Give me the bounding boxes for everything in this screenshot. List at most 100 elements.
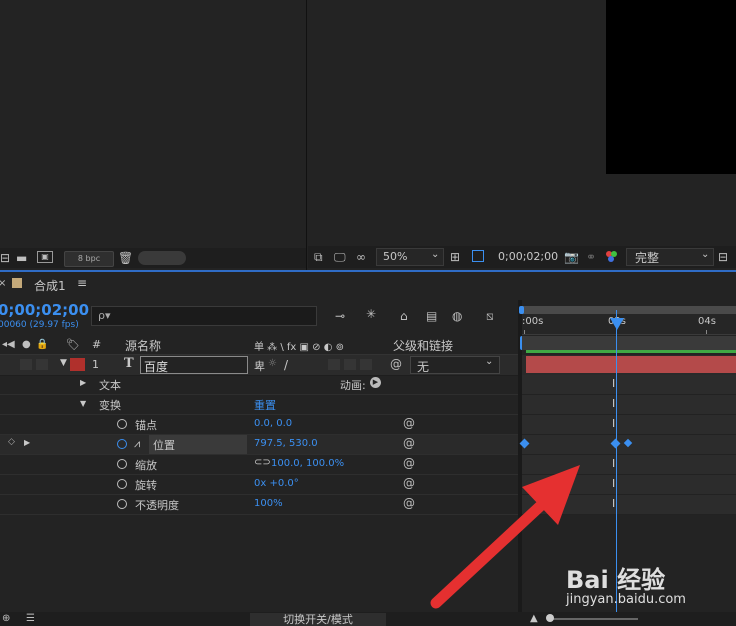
scale-value[interactable]: 100.0, 100.0% (271, 458, 344, 469)
position-value[interactable]: 797.5, 530.0 (254, 438, 318, 449)
anchor-label: 锚点 (135, 419, 157, 432)
timeline-timecode[interactable]: 0;00;02;00 (0, 301, 89, 319)
zoom-dropdown[interactable]: 50% ⌄ (376, 248, 444, 266)
position-row[interactable]: ◇ ▶ ⩘ 位置 797.5, 530.0 @ (0, 435, 518, 455)
stack-icon[interactable]: ☰ (26, 612, 35, 626)
stopwatch-active-icon[interactable] (117, 439, 127, 449)
toggle-layout-icon[interactable]: ⊟ (718, 250, 728, 264)
work-area-bar[interactable] (522, 306, 736, 314)
graph-icon[interactable]: ⩘ (134, 437, 140, 451)
shy-layers-icon[interactable]: ⌂ (400, 309, 408, 323)
rotation-value[interactable]: 0x +0.0° (254, 478, 299, 489)
toggle-switches-modes[interactable]: 切换开关/模式 (250, 613, 386, 626)
stopwatch-icon[interactable] (117, 499, 127, 509)
close-icon[interactable]: × (0, 277, 6, 291)
tab-comp-label[interactable]: 合成1 (34, 277, 66, 294)
chevron-down-icon: ⌄ (431, 249, 440, 260)
vr-mask-icon[interactable]: ∞ (356, 250, 366, 264)
watermark: Bai 经验 jingyan.baidu.com (560, 560, 736, 610)
pick-whip-icon[interactable]: @ (403, 496, 415, 510)
audio-icon[interactable]: ◂◀ (2, 338, 15, 352)
parent-link-column[interactable]: 父级和链接 (393, 337, 453, 354)
switch-box[interactable] (360, 359, 372, 370)
pick-whip-icon[interactable]: @ (403, 436, 415, 450)
hash-column: # (92, 338, 102, 351)
comp-flowchart-icon[interactable]: ⊸ (335, 309, 345, 323)
parent-value: 无 (417, 360, 430, 374)
anchor-point-row[interactable]: 锚点 0.0, 0.0 @ (0, 415, 518, 435)
zoom-slider[interactable] (548, 618, 638, 620)
anchor-value[interactable]: 0.0, 0.0 (254, 418, 292, 429)
next-keyframe-icon[interactable]: ▶ (24, 438, 30, 447)
shy-switch-icon[interactable]: 卑 (254, 358, 265, 374)
always-preview-icon[interactable]: ⧉ (314, 250, 323, 264)
pick-whip-icon[interactable]: @ (403, 416, 415, 430)
show-snapshot-icon[interactable]: ⚭ (586, 250, 596, 264)
playhead-handle[interactable] (610, 318, 624, 330)
time-ruler[interactable]: :00s 02s 04s (522, 314, 736, 335)
new-folder-icon[interactable]: ▬ (16, 251, 27, 265)
monitor-icon[interactable]: 🖵 (334, 250, 346, 264)
transparency-grid-icon[interactable] (472, 250, 484, 262)
lock-icon[interactable]: 🔒 (36, 338, 48, 352)
expand-triangle-icon[interactable]: ▶ (80, 378, 86, 387)
animate-play-icon[interactable]: ▶ (370, 377, 381, 388)
project-panel (0, 0, 306, 270)
reset-link[interactable]: 重置 (254, 397, 276, 413)
scroll-handle[interactable] (138, 251, 186, 265)
interpret-footage-icon[interactable]: ⊟ (0, 251, 10, 265)
stopwatch-icon[interactable] (117, 479, 127, 489)
transform-group-row[interactable]: ▼ 变换 重置 (0, 395, 518, 415)
expand-triangle-icon[interactable]: ▼ (80, 399, 86, 408)
hamburger-icon[interactable]: ≡ (77, 276, 87, 290)
visibility-toggle[interactable] (20, 359, 32, 370)
bpc-button[interactable]: 8 bpc (64, 251, 114, 267)
label-tag-icon[interactable]: 🏷 (66, 338, 80, 352)
frame-blending-icon[interactable]: ▤ (426, 309, 437, 323)
opacity-value[interactable]: 100% (254, 498, 283, 509)
chevron-down-icon: ⌄ (485, 356, 494, 367)
layer-search-input[interactable]: ρ▾ (91, 306, 317, 326)
link-icon[interactable]: ⊂⊃ (254, 457, 271, 468)
timeline-tab[interactable]: × 合成1 ≡ (0, 274, 100, 294)
motion-blur-icon[interactable]: ◍ (452, 309, 462, 323)
solo-toggle[interactable] (36, 359, 48, 370)
position-label: 位置 (153, 439, 175, 452)
parent-dropdown[interactable]: 无 ⌄ (410, 356, 500, 374)
switch-box[interactable] (328, 359, 340, 370)
region-of-interest-icon[interactable]: ⊞ (450, 250, 460, 264)
new-composition-icon[interactable]: ▣ (37, 251, 53, 263)
zoom-out-icon[interactable]: ▲ (530, 613, 538, 624)
viewer-timecode[interactable]: 0;00;02;00 (498, 250, 558, 263)
stopwatch-icon[interactable] (117, 419, 127, 429)
resolution-dropdown[interactable]: 完整 ⌄ (626, 248, 714, 266)
source-name-column[interactable]: 源名称 (125, 337, 161, 354)
graph-editor-icon[interactable]: ⧅ (486, 309, 494, 323)
pick-whip-icon[interactable]: @ (403, 456, 415, 470)
snapshot-camera-icon[interactable]: 📷 (564, 250, 579, 264)
pick-whip-icon[interactable]: @ (403, 476, 415, 490)
pick-whip-icon[interactable]: @ (390, 357, 402, 371)
hold-marker: I (612, 457, 616, 470)
text-group-row[interactable]: ▶ 文本 动画: ▶ (0, 375, 518, 395)
expand-triangle-icon[interactable]: ▼ (60, 358, 67, 368)
zoom-slider-handle[interactable] (546, 614, 554, 622)
draft-3d-icon[interactable]: ✳ (366, 307, 376, 321)
switch-box[interactable] (344, 359, 356, 370)
keyframe-nav-diamond-icon[interactable]: ◇ (8, 437, 15, 447)
layer-name-field[interactable]: 百度 (140, 356, 248, 374)
rotation-label: 旋转 (135, 479, 157, 492)
trash-icon[interactable]: 🗑 (118, 251, 133, 265)
stopwatch-icon[interactable] (117, 459, 127, 469)
chevron-down-icon: ⌄ (701, 249, 710, 260)
layer-duration-bar[interactable] (526, 356, 736, 373)
layer-switches-icon[interactable]: ⊕ (2, 612, 10, 626)
collapse-switch-icon[interactable]: ☼ (268, 358, 277, 369)
work-area-start-handle[interactable] (519, 306, 524, 314)
layer-row[interactable]: ▼ 1 T 百度 卑 ☼ / @ 无 ⌄ (0, 355, 518, 376)
color-channels-icon[interactable] (606, 251, 618, 263)
solo-icon[interactable]: ● (22, 338, 31, 352)
timeline-row (522, 395, 736, 415)
quality-switch-icon[interactable]: / (284, 358, 288, 372)
layer-label-color[interactable] (70, 358, 85, 371)
